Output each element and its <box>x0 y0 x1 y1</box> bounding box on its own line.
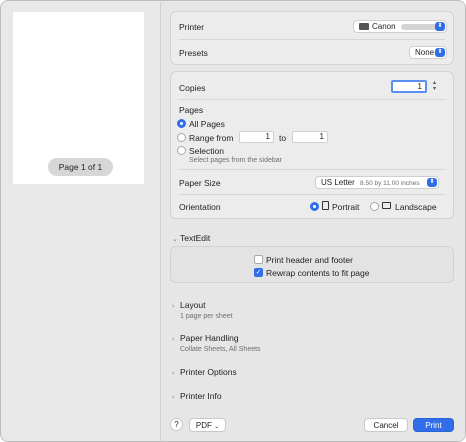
range-from-field[interactable]: 1 <box>239 131 274 143</box>
popup-arrows-icon: ⬍ <box>435 48 445 57</box>
range-to-label: to <box>279 133 287 143</box>
presets-popup[interactable]: None ⬍ <box>409 46 447 59</box>
cancel-button[interactable]: Cancel <box>364 418 408 432</box>
copies-field[interactable]: 1 <box>391 80 427 93</box>
pdf-label: PDF <box>195 421 212 430</box>
help-button[interactable]: ? <box>170 418 183 431</box>
print-header-footer-checkbox[interactable] <box>254 255 263 264</box>
printer-info-section-header[interactable]: › Printer Info <box>172 391 222 401</box>
pdf-menu-button[interactable]: PDF ⌄ <box>189 418 226 432</box>
paper-size-popup[interactable]: US Letter 8.50 by 11.00 inches ⬍ <box>315 176 439 189</box>
printer-options-label: Printer Options <box>180 367 237 377</box>
printer-info-label: Printer Info <box>180 391 222 401</box>
paper-size-value: US Letter <box>321 178 355 187</box>
selection-label: Selection <box>189 146 224 156</box>
redacted-name <box>400 23 439 30</box>
divider <box>179 169 445 170</box>
selection-radio[interactable] <box>177 146 186 155</box>
chevron-right-icon: › <box>172 303 175 310</box>
textedit-label: TextEdit <box>180 233 211 243</box>
paper-size-label: Paper Size <box>179 178 221 188</box>
printer-value: Canon <box>372 22 396 31</box>
divider <box>179 39 445 40</box>
range-from-label: Range from <box>189 133 234 143</box>
printer-icon <box>359 23 369 31</box>
print-button[interactable]: Print <box>413 418 454 432</box>
chevron-right-icon: › <box>172 370 175 377</box>
chevron-right-icon: › <box>172 336 175 343</box>
paper-handling-section-header[interactable]: › Paper Handling Collate Sheets, All Shee… <box>172 333 261 353</box>
copies-stepper[interactable]: ▴ ▾ <box>430 80 439 93</box>
popup-arrows-icon: ⬍ <box>435 22 445 31</box>
textedit-group: Print header and footer ✓ Rewrap content… <box>170 246 454 283</box>
printer-options-section-header[interactable]: › Printer Options <box>172 367 237 377</box>
pages-label: Pages <box>179 105 204 115</box>
popup-arrows-icon: ⬍ <box>427 178 437 187</box>
portrait-label: Portrait <box>332 202 360 212</box>
orientation-label: Orientation <box>179 202 221 212</box>
page-indicator: Page 1 of 1 <box>48 158 113 176</box>
divider <box>179 99 445 100</box>
paper-handling-label: Paper Handling <box>180 333 239 343</box>
rewrap-label: Rewrap contents to fit page <box>266 268 370 278</box>
layout-label: Layout <box>180 300 206 310</box>
chevron-down-icon: ⌄ <box>214 424 220 430</box>
all-pages-label: All Pages <box>189 119 225 129</box>
divider <box>179 194 445 195</box>
presets-value: None <box>415 48 435 57</box>
portrait-radio[interactable] <box>310 202 319 211</box>
print-header-footer-label: Print header and footer <box>266 255 353 265</box>
rewrap-checkbox[interactable]: ✓ <box>254 268 263 277</box>
landscape-icon <box>382 202 391 209</box>
landscape-radio[interactable] <box>370 202 379 211</box>
chevron-right-icon: › <box>172 394 175 401</box>
textedit-section-header[interactable]: ⌄ TextEdit <box>172 233 210 243</box>
landscape-label: Landscape <box>395 202 437 212</box>
print-settings-group: Copies 1 ▴ ▾ Pages All Pages Range from 1… <box>170 71 454 219</box>
printer-popup[interactable]: Canon ⬍ <box>353 20 447 33</box>
range-to-field[interactable]: 1 <box>292 131 328 143</box>
range-radio[interactable] <box>177 133 186 142</box>
settings-pane: Printer Canon ⬍ Presets None ⬍ Copies 1 … <box>160 2 465 441</box>
chevron-down-icon: ⌄ <box>172 236 178 243</box>
all-pages-radio[interactable] <box>177 119 186 128</box>
copies-label: Copies <box>179 83 206 93</box>
preview-pane: Page 1 of 1 <box>2 2 159 441</box>
presets-label: Presets <box>179 48 208 58</box>
print-dialog: Page 1 of 1 Printer Canon ⬍ Presets None… <box>0 0 466 442</box>
layout-summary: 1 page per sheet <box>180 313 233 320</box>
selection-hint: Select pages from the sidebar <box>189 157 282 164</box>
portrait-icon <box>322 201 329 210</box>
layout-section-header[interactable]: › Layout 1 page per sheet <box>172 300 233 320</box>
paper-handling-summary: Collate Sheets, All Sheets <box>180 346 261 353</box>
printer-group: Printer Canon ⬍ Presets None ⬍ <box>170 11 454 65</box>
paper-size-detail: 8.50 by 11.00 inches <box>360 180 420 187</box>
printer-label: Printer <box>179 22 205 32</box>
